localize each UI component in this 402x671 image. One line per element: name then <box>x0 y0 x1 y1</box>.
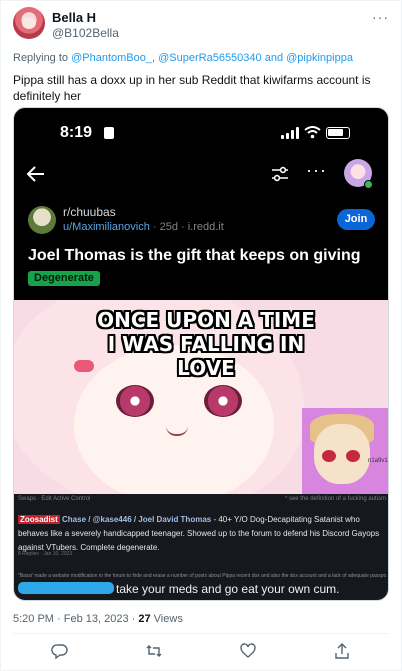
wifi-icon <box>304 126 321 139</box>
share-icon[interactable] <box>333 642 351 660</box>
forum-screenshot: Swaps · Edit Active Control * see the de… <box>14 494 388 600</box>
author-handle[interactable]: @B102Bella <box>52 26 119 40</box>
forum-bottom-line: take your meds and go eat your own cum. <box>18 582 378 596</box>
meme-caption: ONCE UPON A TIME I WAS FALLING IN LOVE <box>86 308 326 380</box>
heart-eye-icon <box>322 450 336 462</box>
tweet-card: Bella H @B102Bella ··· Replying to @Phan… <box>0 0 402 671</box>
inset-character-image: n1a9v1 <box>302 408 388 494</box>
timestamp-text[interactable]: 5:20 PM · Feb 13, 2023 · <box>13 613 135 625</box>
reply-icon[interactable] <box>51 642 69 660</box>
subreddit-name[interactable]: r/chuubas <box>63 205 116 219</box>
meme-caption-line-2: I WAS FALLING IN LOVE <box>107 332 305 380</box>
more-options-icon[interactable]: ··· <box>372 9 389 25</box>
filter-icon[interactable] <box>270 164 290 184</box>
tweet-actions <box>1 640 402 664</box>
redaction-scribble <box>18 582 114 594</box>
back-arrow-icon[interactable] <box>24 162 48 186</box>
post-title: Joel Thomas is the gift that keeps on gi… <box>28 247 361 264</box>
battery-icon <box>326 127 350 139</box>
post-flair: Degenerate <box>28 271 100 286</box>
forum-post-body: Zoosadist Chase / @kase446 / Joel David … <box>18 513 386 555</box>
forum-header: Swaps · Edit Active Control * see the de… <box>18 496 386 502</box>
anime-eye-left <box>116 385 154 417</box>
tweet-text: Pippa still has a doxx up in her sub Red… <box>13 73 371 103</box>
author-display-name[interactable]: Bella H <box>52 10 96 25</box>
forum-tag: Zoosadist <box>18 515 60 524</box>
anime-eye-right <box>204 385 242 417</box>
like-icon[interactable] <box>239 642 257 660</box>
meme-image: ONCE UPON A TIME I WAS FALLING IN LOVE n… <box>14 300 388 600</box>
mention-link[interactable]: @pipkinpippa <box>286 52 353 64</box>
forum-header-left: Swaps · Edit Active Control <box>18 496 91 502</box>
reddit-nav-row: ··· <box>14 156 388 196</box>
lock-icon <box>104 127 114 139</box>
tweet-timestamp: 5:20 PM · Feb 13, 2023 · 27 Views <box>13 613 183 625</box>
author-avatar[interactable] <box>13 7 45 39</box>
views-label: Views <box>153 613 183 625</box>
online-status-dot <box>364 180 373 189</box>
subreddit-avatar[interactable] <box>28 206 56 234</box>
overflow-menu-icon[interactable]: ··· <box>306 160 327 181</box>
views-count: 27 <box>138 613 151 625</box>
reply-context: Replying to @PhantomBoo_, @SuperRa565503… <box>13 52 353 64</box>
post-author[interactable]: u/Maximilianovich <box>63 221 150 233</box>
reply-prefix: Replying to <box>13 52 69 64</box>
retweet-icon[interactable] <box>145 642 163 660</box>
forum-meta: 8 Replies · Jan 10, 2023 <box>18 551 73 557</box>
meme-caption-line-1: ONCE UPON A TIME <box>97 308 315 332</box>
tweet-media-image[interactable]: 8:19 ··· r/chuubas u/Maximilianovich · 2… <box>13 107 389 601</box>
post-age: · 25d · i.redd.it <box>152 221 224 233</box>
forum-header-right: * see the definition of a fucking autism <box>284 496 386 502</box>
reply-conjunction: and <box>264 52 284 64</box>
mention-link[interactable]: @SuperRa56550340 <box>158 52 262 64</box>
status-time: 8:19 <box>60 124 93 141</box>
heart-eye-icon <box>346 450 360 462</box>
signal-icon <box>281 127 299 139</box>
divider <box>13 633 389 634</box>
forum-thread-name: Chase / @kase446 / Joel David Thomas <box>62 515 212 524</box>
phone-status-bar: 8:19 <box>14 108 388 153</box>
forum-small-line: "Bassi' made a website modification to t… <box>18 573 386 579</box>
join-button[interactable]: Join <box>337 209 375 230</box>
forum-bottom-text: take your meds and go eat your own cum. <box>116 582 340 596</box>
inset-tag: n1a9v1 <box>368 458 388 464</box>
post-meta: u/Maximilianovich · 25d · i.redd.it <box>63 221 224 233</box>
mention-link[interactable]: @PhantomBoo_ <box>71 52 152 64</box>
